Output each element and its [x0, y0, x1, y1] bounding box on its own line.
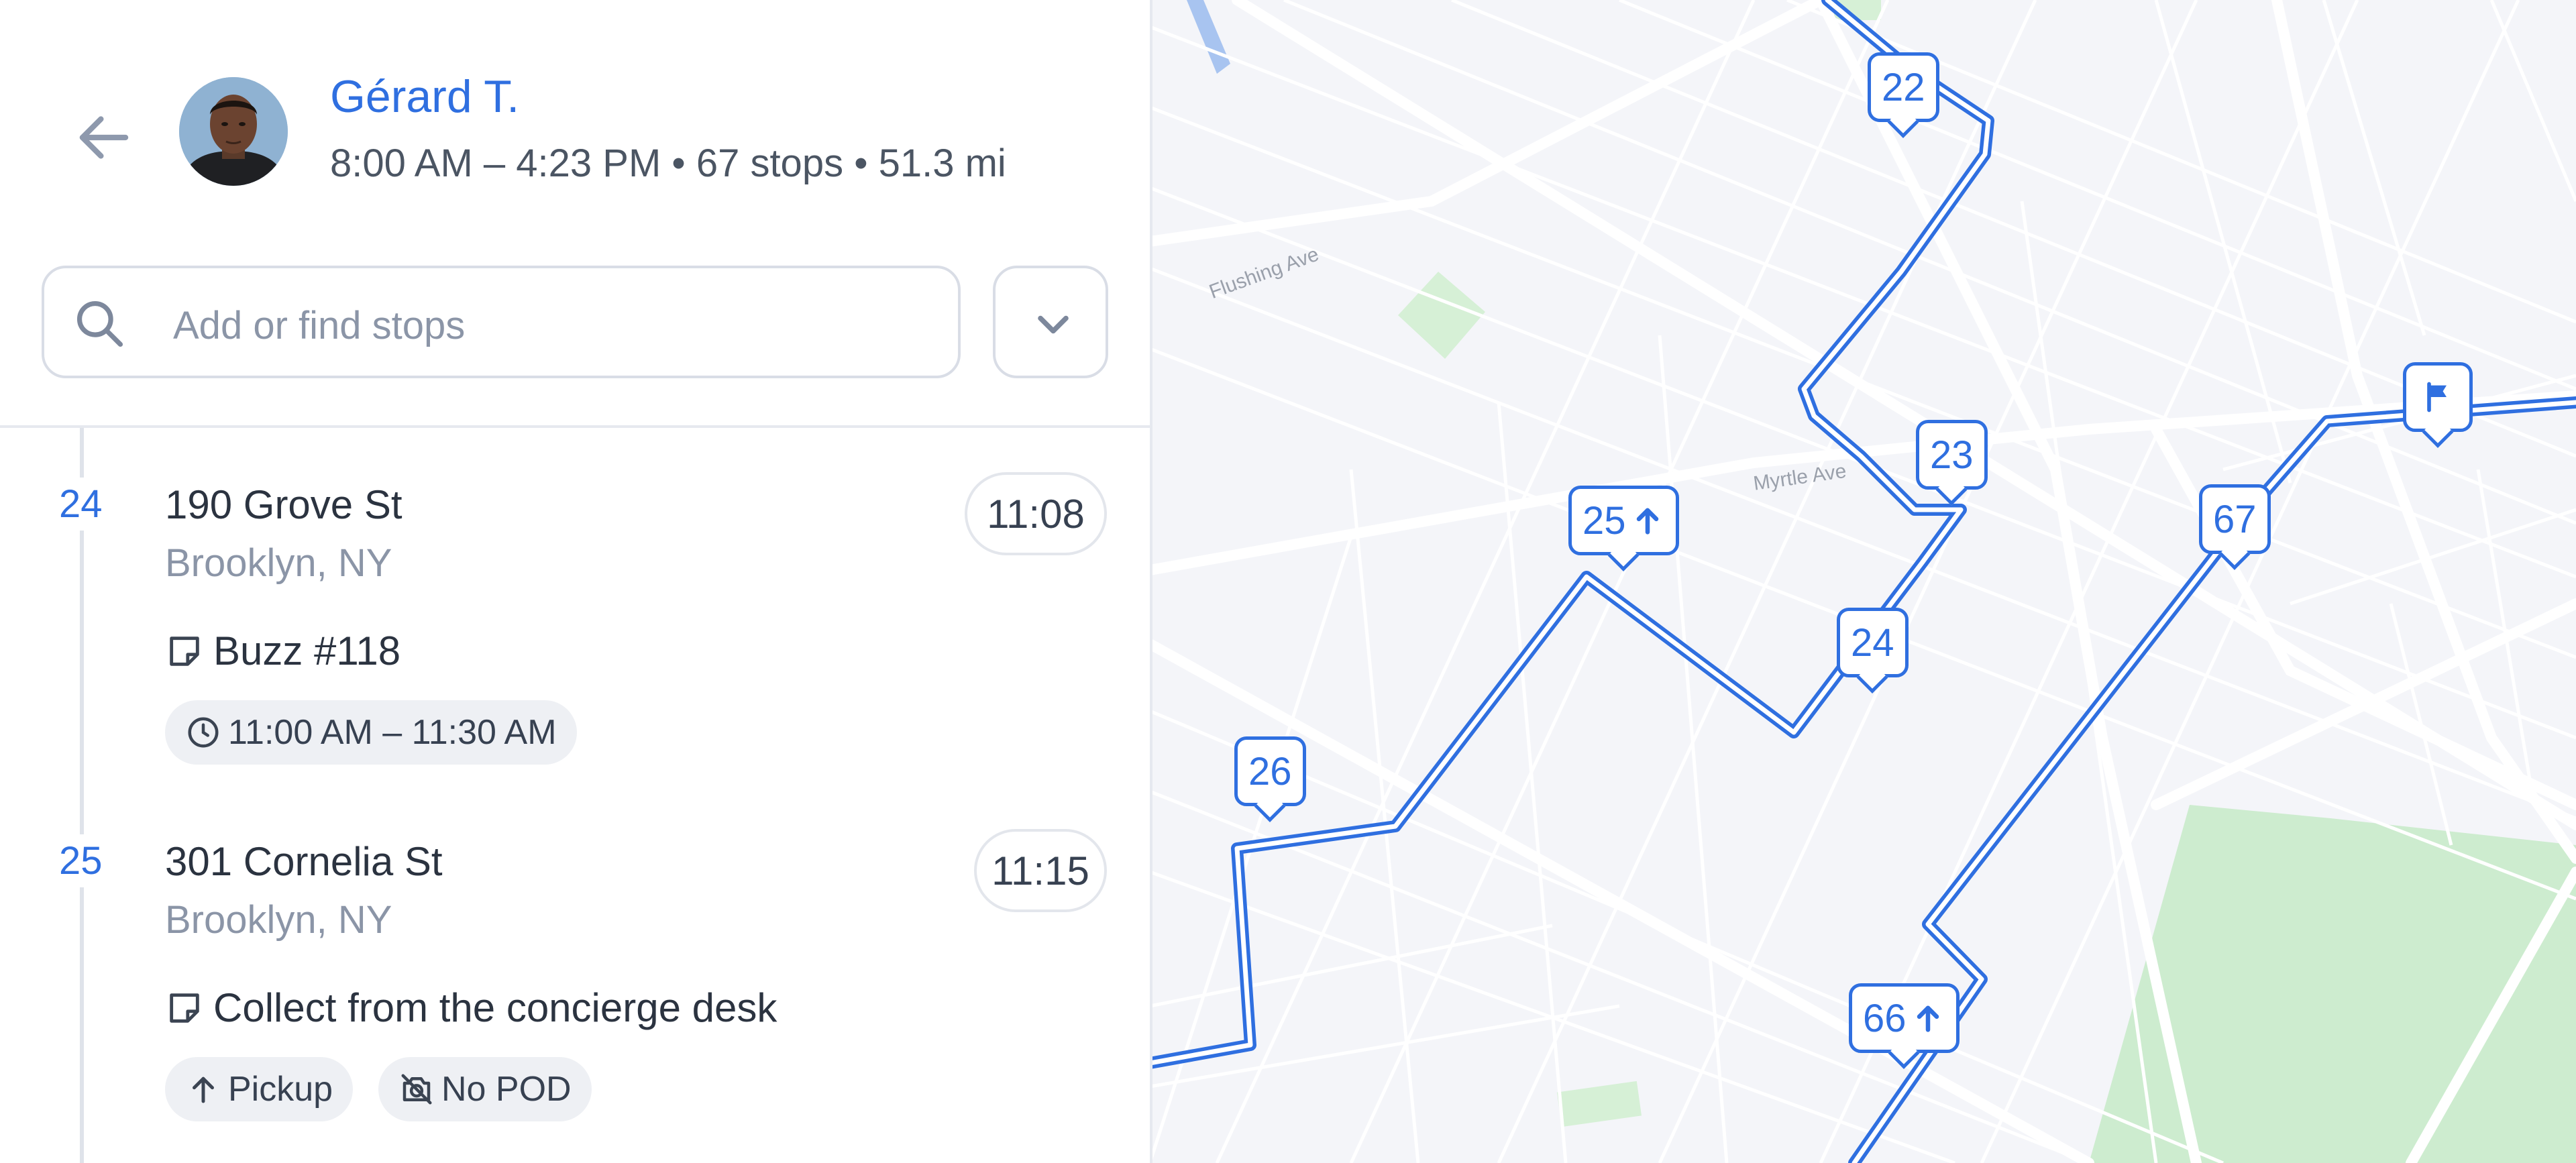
no-pod-chip: No POD: [378, 1057, 592, 1121]
map-pin-stop-24[interactable]: 24: [1837, 608, 1909, 677]
back-button[interactable]: [67, 101, 141, 174]
pin-label: 67: [2213, 497, 2257, 541]
flag-icon: [2427, 382, 2447, 412]
map-pin-stop-23[interactable]: 23: [1916, 420, 1988, 490]
map-pin-stop-25[interactable]: 25: [1568, 486, 1679, 555]
pickup-label: Pickup: [228, 1070, 333, 1109]
pin-label: 26: [1248, 749, 1292, 793]
stop-number: 25: [59, 834, 103, 887]
pin-label: 24: [1851, 620, 1894, 665]
stop-address: 301 Cornelia St: [165, 839, 443, 884]
timeline-rail: [80, 428, 84, 1163]
stop-eta: 11:08: [965, 472, 1107, 555]
map-pin-stop-22[interactable]: 22: [1868, 52, 1939, 122]
time-window-chip: 11:00 AM – 11:30 AM: [165, 700, 577, 765]
stop-eta: 11:15: [974, 829, 1107, 912]
route-panel: Gérard T. 8:00 AM – 4:23 PM • 67 stops •…: [0, 0, 1152, 1163]
map-pin-stop-67[interactable]: 67: [2199, 484, 2271, 554]
camera-off-icon: [401, 1074, 432, 1105]
arrow-up-icon: [193, 1076, 214, 1103]
route-app: Gérard T. 8:00 AM – 4:23 PM • 67 stops •…: [0, 0, 2576, 1163]
chevron-down-icon: [1038, 315, 1069, 334]
route-map[interactable]: Flushing Ave Myrtle Ave 22 23 25 24 26 6…: [1150, 0, 2576, 1163]
stop-note: Collect from the concierge desk: [165, 985, 777, 1031]
no-pod-label: No POD: [441, 1070, 572, 1109]
search-icon: [76, 300, 123, 347]
pin-label: 22: [1882, 65, 1925, 109]
time-window-label: 11:00 AM – 11:30 AM: [228, 713, 557, 752]
pin-label: 23: [1930, 433, 1974, 477]
pickup-chip: Pickup: [165, 1057, 354, 1121]
driver-avatar: [179, 77, 288, 186]
note-icon: [170, 636, 199, 666]
map-pin-stop-66[interactable]: 66: [1849, 983, 1960, 1053]
pin-label: 25: [1582, 498, 1626, 543]
arrow-left-icon: [79, 116, 129, 159]
route-summary: 8:00 AM – 4:23 PM • 67 stops • 51.3 mi: [330, 142, 1006, 185]
stops-menu-button[interactable]: [993, 266, 1108, 378]
clock-icon: [188, 717, 219, 748]
note-icon: [170, 993, 199, 1023]
stop-number: 24: [59, 478, 103, 531]
stop-city: Brooklyn, NY: [165, 541, 392, 585]
driver-name[interactable]: Gérard T.: [330, 70, 519, 123]
search-input[interactable]: [172, 292, 926, 358]
header-divider: [0, 425, 1150, 428]
stop-note-text: Collect from the concierge desk: [213, 985, 777, 1030]
stop-note-text: Buzz #118: [213, 628, 401, 673]
map-pin-stop-26[interactable]: 26: [1234, 736, 1306, 806]
stop-note: Buzz #118: [165, 628, 400, 674]
stop-address: 190 Grove St: [165, 482, 402, 527]
stop-city: Brooklyn, NY: [165, 898, 392, 942]
map-pin-route-end[interactable]: [2403, 362, 2473, 432]
arrow-up-icon: [1636, 508, 1658, 535]
pin-label: 66: [1863, 996, 1907, 1040]
search-box: [42, 266, 961, 378]
arrow-up-icon: [1917, 1005, 1939, 1032]
